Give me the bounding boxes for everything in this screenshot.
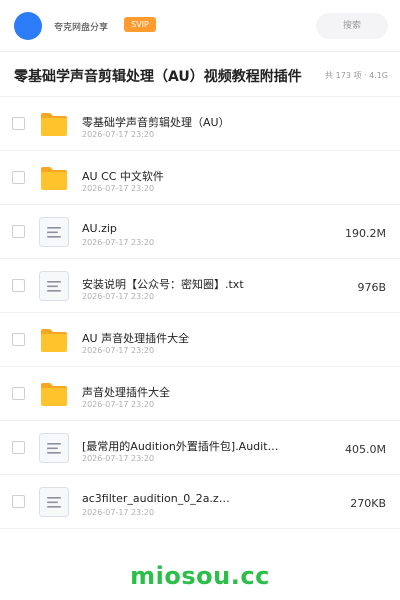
document-icon xyxy=(38,432,70,464)
file-name[interactable]: 声音处理插件大全 xyxy=(82,384,170,400)
file-date: 2026-07-17 23:20 xyxy=(82,508,155,517)
share-meta: 共 173 项 · 4.1G xyxy=(325,71,388,80)
folder-icon xyxy=(38,108,70,140)
file-date: 2026-07-17 23:20 xyxy=(82,184,155,193)
file-size: 976B xyxy=(357,281,386,294)
document-icon xyxy=(38,270,70,302)
file-size: 190.2M xyxy=(345,227,386,240)
list-item[interactable]: 安装说明【公众号：密知圈】.txt 2026-07-17 23:20 976B xyxy=(0,259,400,313)
list-item[interactable]: 声音处理插件大全 2026-07-17 23:20 xyxy=(0,367,400,421)
file-list: 零基础学声音剪辑处理（AU） 2026-07-17 23:20 AU CC 中文软件… xyxy=(0,97,400,529)
select-checkbox[interactable] xyxy=(12,441,25,454)
share-title-row: 零基础学声音剪辑处理（AU）视频教程附插件 共 173 项 · 4.1G xyxy=(0,52,400,97)
folder-icon xyxy=(38,324,70,356)
file-name[interactable]: [最常用的Audition外置插件包].Audit… xyxy=(82,438,279,454)
folder-icon xyxy=(38,162,70,194)
list-item[interactable]: ac3filter_audition_0_2a.z… 2026-07-17 23:… xyxy=(0,475,400,529)
list-item[interactable]: AU.zip 2026-07-17 23:20 190.2M xyxy=(0,205,400,259)
file-name[interactable]: AU.zip xyxy=(82,222,117,235)
document-icon xyxy=(38,486,70,518)
file-date: 2026-07-17 23:20 xyxy=(82,292,155,301)
file-date: 2026-07-17 23:20 xyxy=(82,130,155,139)
file-name[interactable]: AU CC 中文软件 xyxy=(82,168,164,184)
list-item[interactable]: AU CC 中文软件 2026-07-17 23:20 xyxy=(0,151,400,205)
file-date: 2026-07-17 23:20 xyxy=(82,238,155,247)
select-checkbox[interactable] xyxy=(12,117,25,130)
select-checkbox[interactable] xyxy=(12,171,25,184)
file-size: 270KB xyxy=(350,497,386,510)
page-title: 零基础学声音剪辑处理（AU）视频教程附插件 xyxy=(14,69,302,85)
select-checkbox[interactable] xyxy=(12,279,25,292)
search-input[interactable]: 搜索 xyxy=(316,13,388,39)
share-source-name: 夸克网盘分享 xyxy=(54,23,109,33)
select-checkbox[interactable] xyxy=(12,387,25,400)
avatar[interactable] xyxy=(14,12,42,40)
file-date: 2026-07-17 23:20 xyxy=(82,400,155,409)
file-name[interactable]: AU 声音处理插件大全 xyxy=(82,330,189,346)
select-checkbox[interactable] xyxy=(12,333,25,346)
file-size: 405.0M xyxy=(345,443,386,456)
top-bar: 夸克网盘分享 SVIP 搜索 xyxy=(0,0,400,52)
folder-icon xyxy=(38,378,70,410)
list-item[interactable]: 零基础学声音剪辑处理（AU） 2026-07-17 23:20 xyxy=(0,97,400,151)
watermark-text: miosou.cc xyxy=(130,562,270,590)
list-item[interactable]: AU 声音处理插件大全 2026-07-17 23:20 xyxy=(0,313,400,367)
file-name[interactable]: 零基础学声音剪辑处理（AU） xyxy=(82,114,230,130)
list-item[interactable]: [最常用的Audition外置插件包].Audit… 2026-07-17 23:… xyxy=(0,421,400,475)
svip-badge: SVIP xyxy=(124,17,156,32)
file-date: 2026-07-17 23:20 xyxy=(82,454,155,463)
document-icon xyxy=(38,216,70,248)
file-date: 2026-07-17 23:20 xyxy=(82,346,155,355)
file-name[interactable]: ac3filter_audition_0_2a.z… xyxy=(82,492,230,505)
select-checkbox[interactable] xyxy=(12,225,25,238)
select-checkbox[interactable] xyxy=(12,495,25,508)
file-name[interactable]: 安装说明【公众号：密知圈】.txt xyxy=(82,276,244,292)
